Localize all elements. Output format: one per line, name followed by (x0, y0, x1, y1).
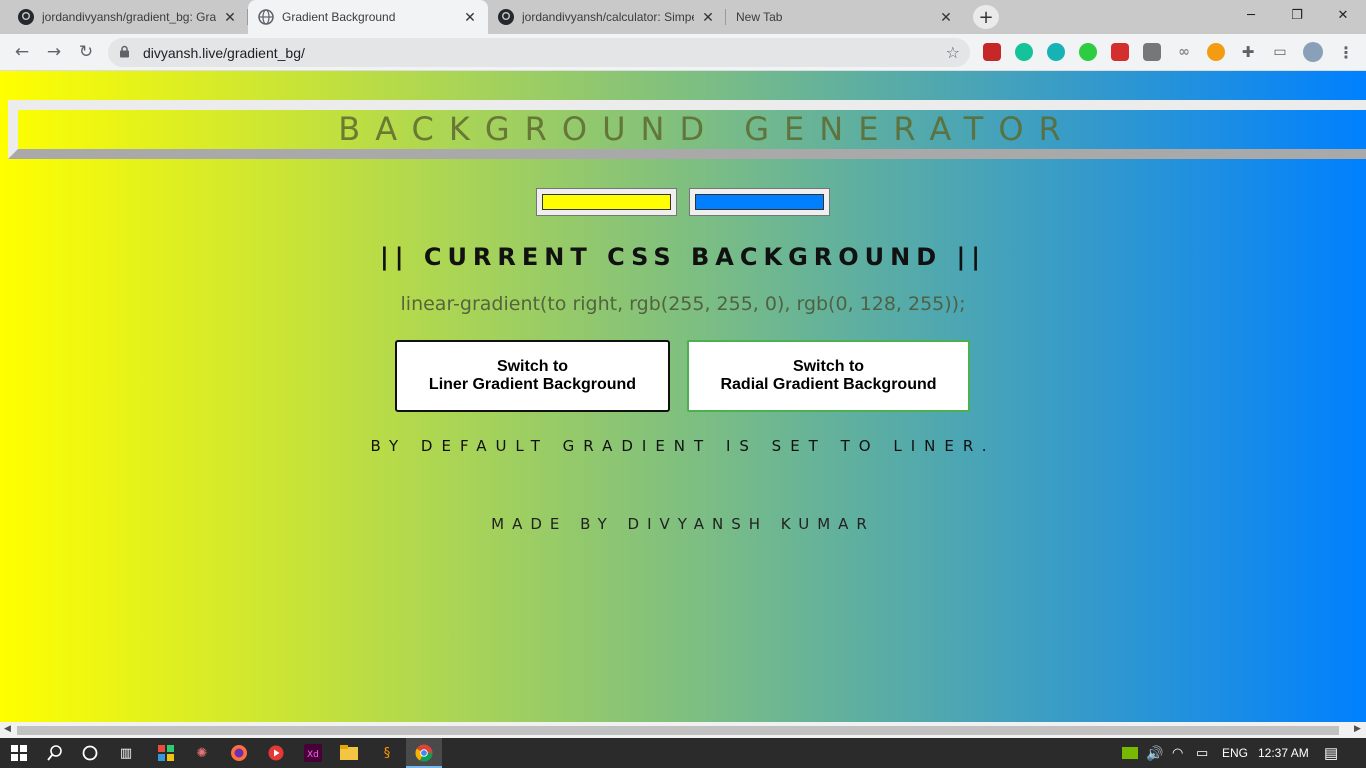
address-bar[interactable]: divyansh.live/gradient_bg/ ☆ (108, 38, 970, 67)
close-window-button[interactable]: ✕ (1320, 0, 1366, 30)
color-input-1[interactable] (536, 188, 677, 216)
default-note: BY DEFAULT GRADIENT IS SET TO LINER. (370, 437, 996, 455)
credit-text: MADE BY DIVYANSH KUMAR (491, 515, 875, 533)
s-extension-icon[interactable] (1143, 43, 1161, 61)
css-output: linear-gradient(to right, rgb(255, 255, … (400, 293, 966, 315)
windows-taskbar: ▥ ✺ Xd § 🔊 ◠ ▭ ENG 12:37 AM ▤ (0, 738, 1366, 768)
more-menu-icon[interactable]: ⋮ (1337, 43, 1355, 62)
tab-title: jordandivyansh/gradient_bg: Gra (42, 10, 216, 24)
horizontal-scrollbar[interactable]: ◀ ▶ (0, 722, 1366, 738)
current-css-title: || CURRENT CSS BACKGROUND || (379, 243, 987, 271)
tab-new-tab[interactable]: New Tab ✕ (726, 0, 964, 34)
notifications-icon[interactable]: ▤ (1324, 738, 1338, 768)
color-input-2[interactable] (689, 188, 830, 216)
page-title: BACKGROUND GENERATOR (338, 110, 1076, 148)
tab-title: jordandivyansh/calculator: Simpe (522, 10, 694, 24)
green-extension-icon[interactable] (1079, 43, 1097, 61)
tab-close-icon[interactable]: ✕ (462, 9, 478, 26)
apps-icon[interactable] (155, 742, 177, 764)
tab-close-icon[interactable]: ✕ (700, 9, 716, 26)
scroll-left-icon[interactable]: ◀ (4, 724, 11, 734)
new-tab-button[interactable]: + (973, 5, 999, 29)
color-swatch-2[interactable] (695, 194, 824, 210)
tab-calculator-repo[interactable]: jordandivyansh/calculator: Simpe ✕ (488, 0, 726, 34)
video-extension-icon[interactable] (1111, 43, 1129, 61)
browser-toolbar: ← → ↻ divyansh.live/gradient_bg/ ☆ ∞ ✚ ▭… (0, 34, 1366, 71)
tab-title: Gradient Background (282, 10, 396, 24)
scrollbar-thumb[interactable] (17, 726, 1339, 735)
tab-title: New Tab (736, 10, 783, 24)
shield-extension-icon[interactable] (983, 43, 1001, 61)
cortana-icon[interactable] (79, 742, 101, 764)
volume-icon[interactable]: 🔊 (1146, 738, 1163, 768)
tab-close-icon[interactable]: ✕ (222, 9, 238, 26)
task-view-icon[interactable]: ▥ (115, 742, 137, 764)
url-text[interactable]: divyansh.live/gradient_bg/ (143, 45, 305, 61)
settings-gear-icon[interactable]: ✺ (191, 742, 213, 764)
reload-icon[interactable]: ↻ (74, 40, 98, 64)
nvidia-tray-icon[interactable] (1122, 738, 1138, 768)
back-arrow-icon[interactable]: ← (10, 40, 34, 64)
sublime-text-icon[interactable]: § (376, 742, 398, 764)
tab-gradient-background[interactable]: Gradient Background ✕ (248, 0, 488, 34)
tab-strip: jordandivyansh/gradient_bg: Gra ✕ Gradie… (0, 0, 1366, 34)
github-icon (498, 9, 514, 25)
switch-radial-button[interactable]: Switch to Radial Gradient Background (687, 340, 970, 412)
svg-text:Xd: Xd (307, 750, 319, 760)
language-indicator[interactable]: ENG (1222, 738, 1248, 768)
heading-frame: BACKGROUND GENERATOR (8, 100, 1366, 159)
link-extension-icon[interactable]: ∞ (1175, 43, 1193, 61)
lock-icon[interactable] (119, 45, 133, 61)
avatar[interactable] (1303, 42, 1323, 62)
globe-icon (258, 9, 274, 25)
file-explorer-icon[interactable] (338, 742, 360, 764)
m-extension-icon[interactable] (1047, 43, 1065, 61)
github-icon (18, 9, 34, 25)
bookmark-star-icon[interactable]: ☆ (946, 43, 960, 62)
switch-linear-button[interactable]: Switch to Liner Gradient Background (395, 340, 670, 412)
tab-gradient-repo[interactable]: jordandivyansh/gradient_bg: Gra ✕ (8, 0, 248, 34)
color-swatch-1[interactable] (542, 194, 671, 210)
battery-icon[interactable]: ▭ (1196, 738, 1208, 768)
page-body: BACKGROUND GENERATOR || CURRENT CSS BACK… (0, 71, 1366, 722)
scroll-right-icon[interactable]: ▶ (1354, 724, 1361, 734)
restore-button[interactable]: ❐ (1274, 0, 1320, 30)
tab-close-icon[interactable]: ✕ (938, 9, 954, 26)
media-player-icon[interactable] (265, 742, 287, 764)
color-pickers (536, 188, 830, 216)
chrome-icon[interactable] (413, 742, 435, 764)
adobe-xd-icon[interactable]: Xd (302, 742, 324, 764)
windows-start-icon[interactable] (8, 742, 30, 764)
wifi-icon[interactable]: ◠ (1172, 738, 1183, 768)
orange-extension-icon[interactable] (1207, 43, 1225, 61)
puzzle-extensions-icon[interactable]: ✚ (1239, 43, 1257, 61)
grammarly-extension-icon[interactable] (1015, 43, 1033, 61)
clock[interactable]: 12:37 AM (1258, 738, 1309, 768)
minimize-button[interactable]: ─ (1228, 0, 1274, 30)
firefox-icon[interactable] (228, 742, 250, 764)
search-icon[interactable] (44, 742, 66, 764)
forward-arrow-icon[interactable]: → (42, 40, 66, 64)
cast-icon[interactable]: ▭ (1271, 43, 1289, 61)
